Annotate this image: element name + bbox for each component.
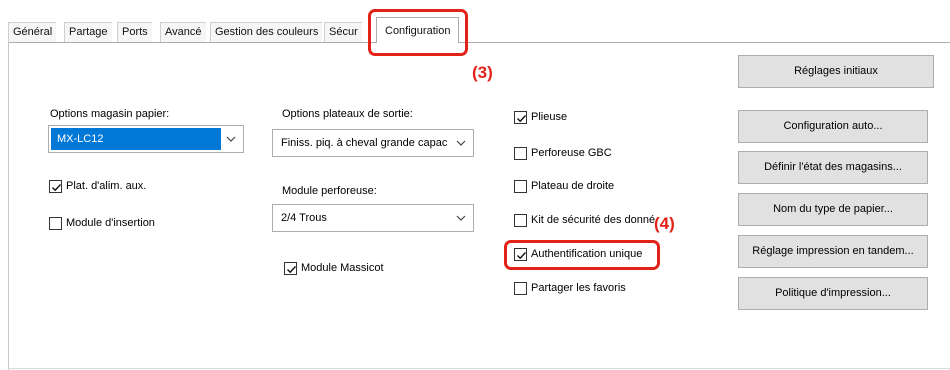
panel-border-bottom bbox=[8, 368, 950, 369]
tab-securite[interactable]: Sécur bbox=[324, 22, 362, 42]
checkbox-box bbox=[49, 180, 62, 193]
single-sign-on-label: Authentification unique bbox=[531, 248, 643, 260]
checkbox-box bbox=[284, 262, 297, 275]
insertion-module-label: Module d'insertion bbox=[66, 217, 155, 229]
checkmark-icon bbox=[517, 115, 527, 123]
paper-tray-value: MX-LC12 bbox=[57, 133, 104, 145]
paper-tray-select[interactable]: MX-LC12 bbox=[48, 125, 244, 153]
punch-module-label: Module perforeuse: bbox=[282, 185, 377, 197]
callout-4-label: (4) bbox=[654, 214, 675, 233]
paper-type-name-button[interactable]: Nom du type de papier... bbox=[738, 193, 928, 226]
share-favorites-label: Partager les favoris bbox=[531, 282, 626, 294]
tab-strip: Général Partage Ports Avancé Gestion des… bbox=[0, 0, 950, 43]
callout-3-label: (3) bbox=[472, 63, 493, 82]
checkbox-box bbox=[514, 180, 527, 193]
paper-type-name-label: Nom du type de papier... bbox=[773, 203, 893, 215]
trimmer-module-label: Module Massicot bbox=[301, 262, 384, 274]
tab-divider bbox=[8, 42, 950, 43]
tab-partage[interactable]: Partage bbox=[64, 22, 112, 42]
gbc-punch-label: Perforeuse GBC bbox=[531, 147, 612, 159]
initial-settings-label: Réglages initiaux bbox=[794, 65, 878, 77]
print-policy-label: Politique d'impression... bbox=[775, 287, 891, 299]
chevron-down-icon bbox=[456, 215, 466, 221]
tray-status-button[interactable]: Définir l'état des magasins... bbox=[738, 151, 928, 184]
checkmark-icon bbox=[287, 266, 297, 274]
print-policy-button[interactable]: Politique d'impression... bbox=[738, 277, 928, 310]
panel-border bbox=[8, 42, 9, 370]
checkbox-box bbox=[514, 111, 527, 124]
chevron-down-icon bbox=[456, 140, 466, 146]
paper-tray-label: Options magasin papier: bbox=[50, 108, 170, 120]
punch-module-select[interactable]: 2/4 Trous bbox=[272, 204, 474, 232]
tab-configuration[interactable]: Configuration bbox=[376, 17, 460, 43]
tray-status-label: Définir l'état des magasins... bbox=[764, 161, 902, 173]
tandem-print-label: Réglage impression en tandem... bbox=[752, 245, 914, 257]
checkbox-box bbox=[49, 217, 62, 230]
checkmark-icon bbox=[52, 184, 62, 192]
auto-config-label: Configuration auto... bbox=[783, 120, 883, 132]
auto-config-button[interactable]: Configuration auto... bbox=[738, 110, 928, 143]
checkbox-box bbox=[514, 248, 527, 261]
checkbox-box bbox=[514, 282, 527, 295]
checkbox-box bbox=[514, 147, 527, 160]
output-tray-select[interactable]: Finiss. piq. à cheval grande capac bbox=[272, 129, 474, 157]
right-tray-label: Plateau de droite bbox=[531, 180, 615, 192]
folder-label: Plieuse bbox=[531, 111, 568, 123]
initial-settings-button[interactable]: Réglages initiaux bbox=[738, 55, 934, 88]
tab-gestion-couleurs[interactable]: Gestion des couleurs bbox=[210, 22, 323, 42]
output-tray-value: Finiss. piq. à cheval grande capac bbox=[281, 137, 448, 149]
tab-ports[interactable]: Ports bbox=[117, 22, 152, 42]
chevron-down-icon bbox=[226, 136, 236, 142]
tab-avance[interactable]: Avancé bbox=[160, 22, 206, 42]
checkmark-icon bbox=[517, 252, 527, 260]
tab-general[interactable]: Général bbox=[8, 22, 57, 42]
punch-module-value: 2/4 Trous bbox=[281, 212, 327, 224]
checkbox-box bbox=[514, 214, 527, 227]
data-security-kit-label: Kit de sécurité des donné bbox=[531, 214, 656, 226]
output-tray-label: Options plateaux de sortie: bbox=[282, 108, 413, 120]
tandem-print-button[interactable]: Réglage impression en tandem... bbox=[738, 235, 928, 268]
aux-feed-label: Plat. d'alim. aux. bbox=[66, 180, 147, 192]
